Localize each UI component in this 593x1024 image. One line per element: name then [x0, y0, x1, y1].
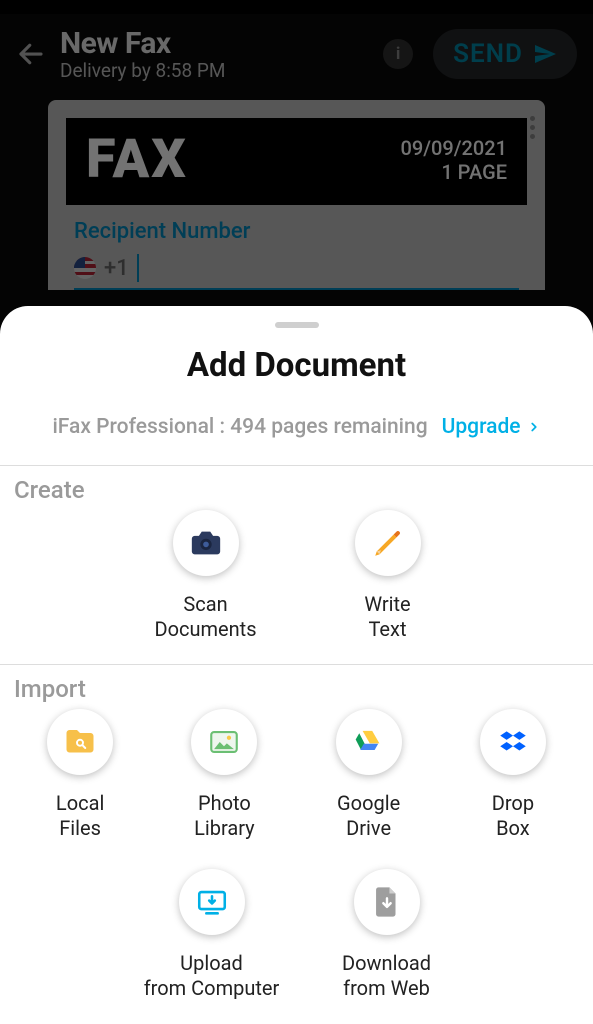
google-drive-label: Google Drive: [337, 791, 400, 841]
photo-icon: [207, 725, 241, 759]
dropbox-label: Drop Box: [492, 791, 534, 841]
sheet-title: Add Document: [0, 346, 593, 385]
download-from-web-label: Download from Web: [342, 951, 431, 1001]
write-text-option[interactable]: Write Text: [328, 510, 448, 642]
chevron-right-icon: [527, 420, 541, 434]
upgrade-link[interactable]: Upgrade: [442, 415, 541, 439]
import-row-1: Local Files Photo Library Google Drive: [0, 703, 593, 863]
scan-documents-option[interactable]: Scan Documents: [146, 510, 266, 642]
sheet-grabber[interactable]: [275, 322, 319, 328]
pencil-icon: [371, 526, 405, 560]
photo-library-option[interactable]: Photo Library: [164, 709, 284, 841]
google-drive-icon: [353, 726, 385, 758]
dropbox-icon: [496, 725, 530, 759]
plan-remaining-label: iFax Professional : 494 pages remaining: [52, 415, 427, 439]
folder-icon: [62, 724, 98, 760]
scan-documents-label: Scan Documents: [154, 592, 256, 642]
upgrade-link-label: Upgrade: [442, 415, 521, 439]
dropbox-option[interactable]: Drop Box: [453, 709, 573, 841]
local-files-option[interactable]: Local Files: [20, 709, 140, 841]
write-text-label: Write Text: [364, 592, 410, 642]
camera-icon: [189, 526, 223, 560]
import-section-label: Import: [0, 665, 593, 703]
sheet-subtitle-row: iFax Professional : 494 pages remaining …: [0, 415, 593, 439]
photo-library-label: Photo Library: [194, 791, 255, 841]
upload-from-computer-label: Upload from Computer: [144, 951, 280, 1001]
local-files-label: Local Files: [56, 791, 104, 841]
upload-from-computer-option[interactable]: Upload from Computer: [137, 869, 287, 1001]
file-download-icon: [372, 885, 402, 919]
google-drive-option[interactable]: Google Drive: [309, 709, 429, 841]
download-from-web-option[interactable]: Download from Web: [317, 869, 457, 1001]
create-section-label: Create: [0, 466, 593, 504]
computer-download-icon: [195, 885, 229, 919]
add-document-sheet: Add Document iFax Professional : 494 pag…: [0, 306, 593, 1024]
import-row-2: Upload from Computer Download from Web: [0, 863, 593, 1011]
create-row: Scan Documents Write Text: [0, 504, 593, 664]
